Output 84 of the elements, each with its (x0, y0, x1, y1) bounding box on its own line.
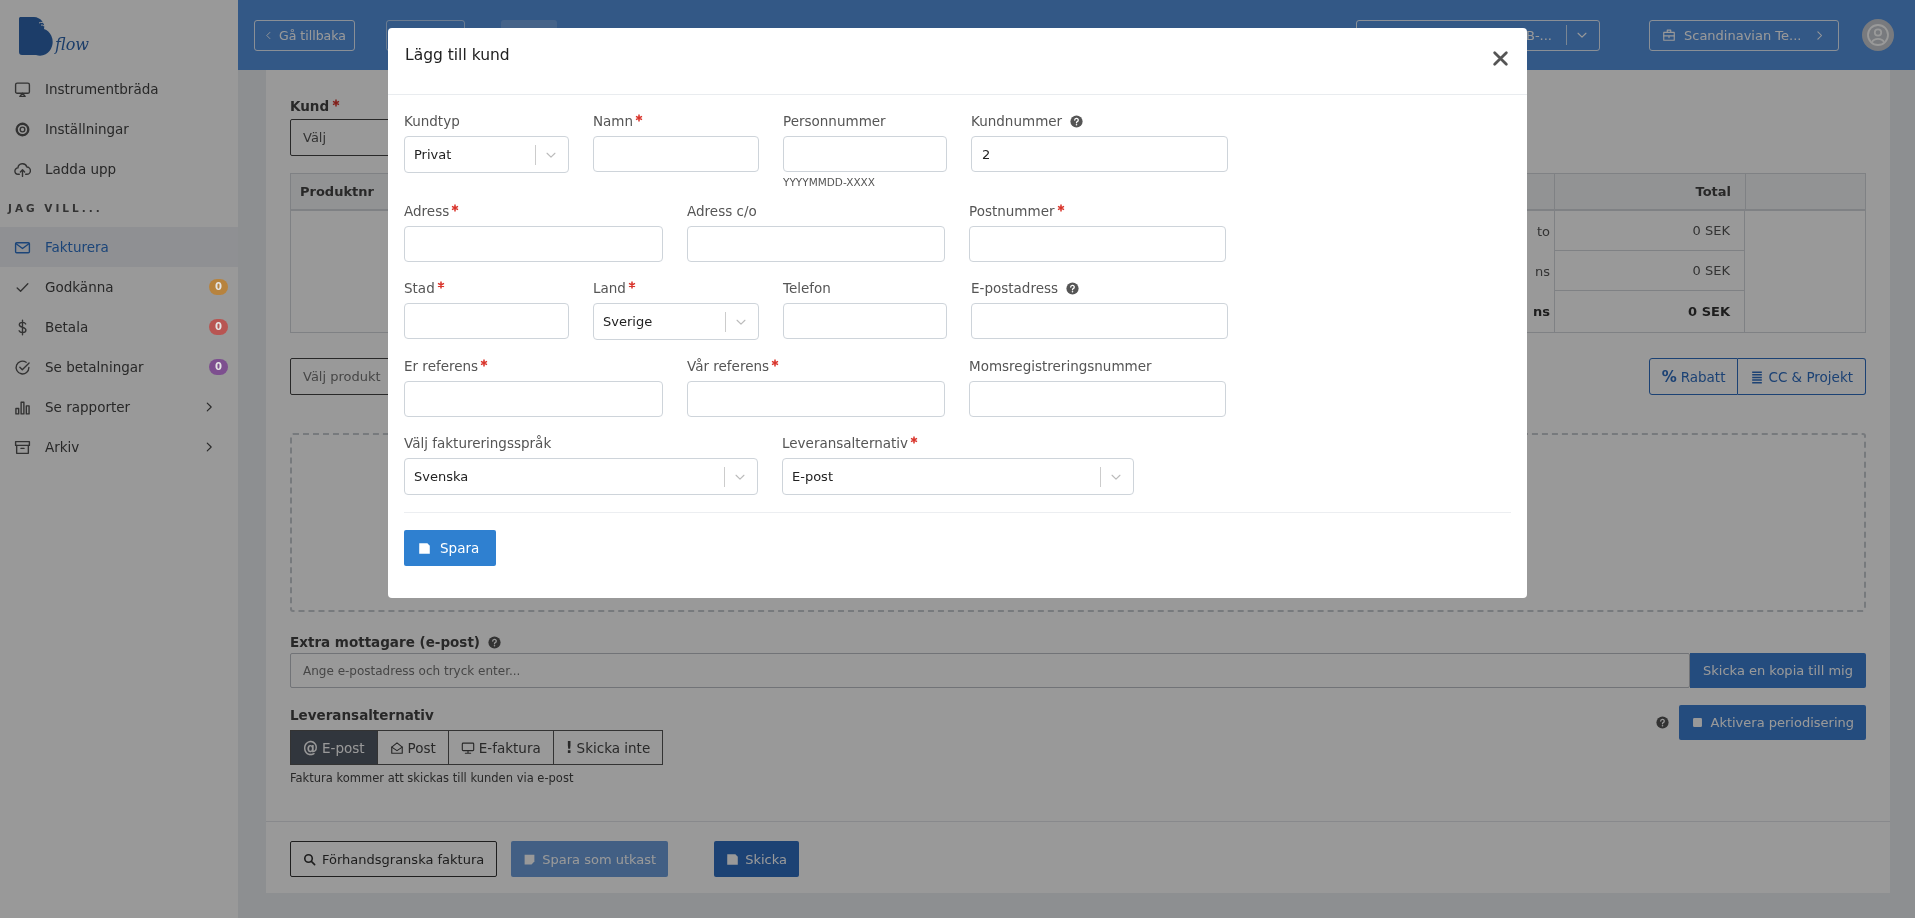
building-icon (1662, 28, 1676, 42)
summary-label: to (1535, 222, 1551, 241)
field-label: Välj faktureringsspråk (404, 435, 552, 451)
summary-label: ns (1533, 302, 1551, 321)
field-label: Telefon (783, 280, 831, 296)
field-label: Namn (593, 113, 634, 129)
field-label: Leveransalternativ (290, 707, 435, 723)
bar-chart-icon (14, 398, 31, 416)
text-field[interactable] (783, 136, 947, 172)
hint-text: YYYYMMDD-XXXX (783, 175, 876, 189)
text-field[interactable] (404, 303, 569, 339)
text-field[interactable] (687, 381, 945, 417)
text-field[interactable] (969, 381, 1226, 417)
text-field[interactable] (593, 136, 759, 172)
text-field[interactable] (971, 303, 1228, 339)
list-icon (1750, 369, 1765, 384)
email-field[interactable]: Ange e-postadress och tryck enter... (290, 653, 1690, 688)
table-cell-text: 0 SEK (1687, 302, 1731, 321)
field-label: Kund (290, 98, 330, 114)
text-field[interactable] (687, 226, 945, 262)
settings-icon (14, 120, 31, 138)
dropdown[interactable]: E-post (782, 458, 1134, 495)
field-label: Er referens (404, 358, 479, 374)
hint-text: Faktura kommer att skickas till kunden via e-post (290, 771, 575, 785)
field-label: Momsregistreringsnummer (969, 358, 1152, 374)
cost-center-button[interactable]: CC & Projekt (1738, 358, 1866, 395)
field-label: Extra mottagare (e-post) (290, 634, 481, 650)
sidebar-item[interactable]: Betala 0 (0, 307, 238, 347)
delivery-option[interactable]: @ E-post (290, 730, 378, 765)
section-heading: JAG VILL... (6, 201, 104, 216)
sidebar-item[interactable]: Fakturera (0, 227, 238, 267)
delivery-option[interactable]: ! Skicka inte (553, 730, 664, 765)
field-label: Personnummer (783, 113, 886, 129)
table-cell: 0 SEK (1555, 251, 1744, 291)
summary-label: ns (1534, 262, 1551, 281)
text-field[interactable] (969, 226, 1226, 262)
sidebar-item[interactable]: Se rapporter (0, 387, 238, 427)
field-label: E-postadress (971, 280, 1059, 296)
text-field[interactable]: 2 (971, 136, 1228, 172)
logo-text: flow (55, 36, 89, 54)
save-button[interactable]: Spara (404, 530, 496, 566)
sidebar-item[interactable]: Se betalningar 0 (0, 347, 238, 387)
check-circle-icon (14, 358, 31, 376)
field-label: Leveransalternativ (782, 435, 909, 451)
cloud-upload-icon (14, 160, 31, 178)
archive-icon (14, 438, 31, 456)
delivery-option[interactable]: E-faktura (448, 730, 554, 765)
sidebar-item[interactable]: Godkänna 0 (0, 267, 238, 307)
text-field[interactable] (783, 303, 947, 339)
close-button[interactable] (1492, 50, 1509, 67)
send-button[interactable]: Skicka (714, 841, 799, 877)
preview-button[interactable]: Förhandsgranska faktura (290, 841, 498, 877)
text-field[interactable] (404, 381, 663, 417)
field-label: Land (593, 280, 626, 296)
sidebar-item[interactable]: Ladda upp (0, 149, 238, 189)
periodize-button[interactable]: Aktivera periodisering (1679, 705, 1866, 740)
open-envelope-icon (389, 740, 404, 755)
count-badge: 0 (209, 319, 228, 335)
avatar-icon (1862, 19, 1894, 51)
count-badge: 0 (209, 279, 228, 295)
sidebar-item[interactable]: Inställningar (0, 109, 238, 149)
text-field[interactable] (404, 226, 663, 262)
note-icon (523, 852, 537, 866)
screen-icon (14, 80, 31, 98)
delivery-option[interactable]: Post (377, 730, 449, 765)
discount-button[interactable]: % Rabatt (1648, 358, 1739, 395)
dialog-title: Lägg till kund (405, 46, 510, 64)
field-label: Kundnummer (971, 113, 1063, 129)
dropdown[interactable]: Svenska (404, 458, 758, 495)
sidebar-item[interactable]: Instrumentbräda (0, 69, 238, 109)
sidebar-item[interactable]: Arkiv (0, 427, 238, 467)
close-icon (1492, 50, 1509, 67)
table-cell: 0 SEK (1555, 211, 1744, 251)
column-header: Total (1554, 174, 1745, 211)
dropdown[interactable]: Sverige (593, 303, 759, 340)
dropdown[interactable]: Privat (404, 136, 569, 173)
field-label: Kundtyp (404, 113, 460, 129)
send-copy-button[interactable]: Skicka en kopia till mig (1690, 653, 1866, 688)
field-label: Stad (404, 280, 435, 296)
count-badge: 0 (209, 359, 228, 375)
monitor-icon (460, 740, 475, 755)
search-icon (303, 852, 316, 866)
chevron-left-icon (263, 29, 274, 41)
field-label: Vår referens (687, 358, 770, 374)
